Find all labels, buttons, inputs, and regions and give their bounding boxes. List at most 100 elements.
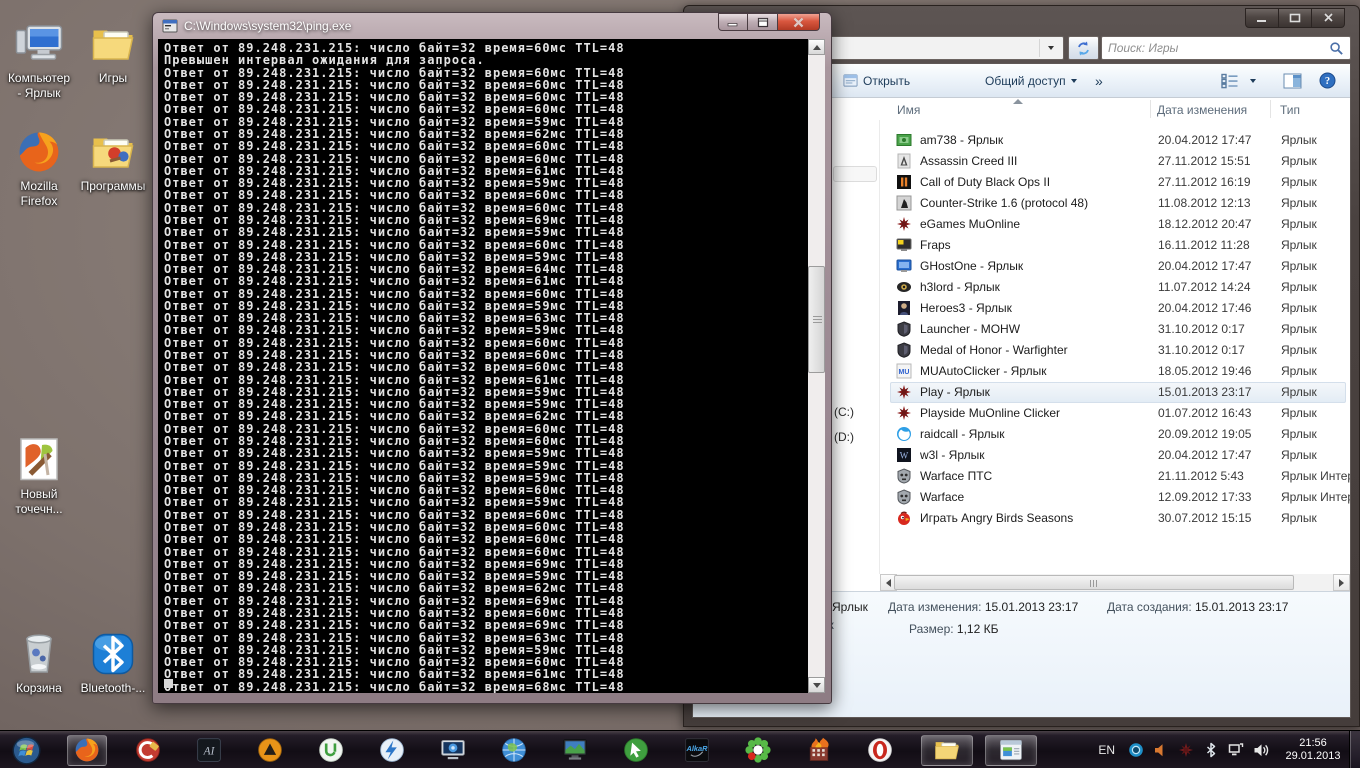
open-button[interactable]: Открыть [839,64,914,97]
file-row[interactable]: MUMUAutoClicker - Ярлык18.05.2012 19:46Я… [880,361,1350,382]
browser-globe-taskbar-button[interactable] [494,735,534,766]
console-output[interactable]: Ответ от 89.248.231.215: число байт=32 в… [158,39,808,693]
file-row[interactable]: h3lord - Ярлык11.07.2012 14:24Ярлык [880,277,1350,298]
minimize-button[interactable] [1245,8,1279,28]
scroll-up-button[interactable] [808,39,825,55]
search-input[interactable] [1108,39,1318,57]
start-taskbar-button[interactable] [6,735,46,766]
blue-app-tray-icon[interactable] [1128,742,1144,758]
scroll-down-button[interactable] [808,677,825,693]
file-row[interactable]: am738 - Ярлык20.04.2012 17:47Ярлык [880,130,1350,151]
file-row[interactable]: eGames MuOnline18.12.2012 20:47Ярлык [880,214,1350,235]
file-row[interactable]: Assassin Creed III27.11.2012 15:51Ярлык [880,151,1350,172]
utorrent-taskbar-button[interactable] [311,735,351,766]
file-row[interactable]: Heroes3 - Ярлык20.04.2012 17:46Ярлык [880,298,1350,319]
desktop-icon-recycle-bin[interactable]: Корзина [0,630,78,696]
desktop-icon-computer[interactable]: Компьютер- Ярлык [0,20,78,101]
file-row[interactable]: Counter-Strike 1.6 (protocol 48)11.08.20… [880,193,1350,214]
clock[interactable]: 21:56 29.01.2013 [1278,737,1348,763]
bluetooth-icon [89,630,137,678]
console-line: Ответ от 89.248.231.215: число байт=32 в… [164,361,808,373]
file-date-modified: 12.09.2012 17:33 [1158,490,1251,504]
column-header-date[interactable]: Дата изменения [1157,103,1247,117]
desktop-icon-bluetooth[interactable]: Bluetooth-... [74,630,152,696]
file-row[interactable]: Launcher - MOHW31.10.2012 0:17Ярлык [880,319,1350,340]
media-player-taskbar-button[interactable] [433,735,473,766]
refresh-button[interactable] [1068,36,1099,60]
firefox-taskbar-button[interactable] [67,735,107,766]
share-button[interactable]: Общий доступ [981,64,1081,97]
language-indicator[interactable]: EN [1098,743,1115,757]
file-row[interactable]: Ww3l - Ярлык20.04.2012 17:47Ярлык [880,445,1350,466]
file-row[interactable]: Warface12.09.2012 17:33Ярлык Интернета [880,487,1350,508]
file-type: Ярлык [1281,175,1317,189]
desktop-icon-paint-file[interactable]: Новыйточечн... [0,436,78,517]
aimp-taskbar-button[interactable] [250,735,290,766]
scrollbar-thumb[interactable] [808,266,825,373]
green-player-taskbar-button[interactable] [616,735,656,766]
console-scrollbar[interactable] [808,39,825,693]
column-header-type[interactable]: Тип [1280,103,1300,117]
console-line: Ответ от 89.248.231.215: число байт=32 в… [164,410,808,422]
file-row[interactable]: Fraps16.11.2012 11:28Ярлык [880,235,1350,256]
file-row[interactable]: GHostOne - Ярлык20.04.2012 17:47Ярлык [880,256,1350,277]
file-row[interactable]: Играть Angry Birds Seasons30.07.2012 15:… [880,508,1350,529]
scroll-right-button[interactable] [1333,574,1350,591]
console-line: Ответ от 89.248.231.215: число байт=32 в… [164,153,808,165]
close-button[interactable] [778,13,820,31]
display-taskbar-button[interactable] [555,735,595,766]
fire-app-taskbar-button[interactable] [799,735,839,766]
help-button[interactable]: ? [1315,64,1340,97]
console-titlebar[interactable]: C:\Windows\system32\ping.exe [153,13,831,39]
maximize-button[interactable] [1279,8,1312,28]
column-separator[interactable] [1270,100,1271,118]
column-separator[interactable] [1150,100,1151,118]
file-name: raidcall - Ярлык [920,427,1005,441]
scrollbar-thumb[interactable] [894,575,1294,590]
artmoney-taskbar-button[interactable]: AI [189,735,229,766]
orange-speaker-tray-icon[interactable] [1153,742,1169,758]
show-desktop-button[interactable] [1349,731,1360,768]
opera-taskbar-button[interactable] [860,735,900,766]
more-commands-button[interactable]: » [1091,64,1107,97]
close-button[interactable] [1312,8,1345,28]
drive-d-item[interactable]: (D:) [834,430,854,444]
preview-pane-button[interactable] [1279,64,1306,97]
file-type: Ярлык [1281,217,1317,231]
file-name: Warface ПТС [920,469,992,483]
change-view-button[interactable] [1217,64,1260,97]
desktop-icon-programs-folder[interactable]: Программы [74,128,152,194]
desktop-icon-games-folder[interactable]: Игры [74,20,152,86]
volume-tray-icon[interactable] [1253,742,1269,758]
column-header-name[interactable]: Имя [897,103,920,117]
desktop-icon-firefox[interactable]: MozillaFirefox [0,128,78,209]
file-row[interactable]: Playside MuOnline Clicker01.07.2012 16:4… [880,403,1350,424]
file-row[interactable]: Play - Ярлык15.01.2013 23:17Ярлык [880,382,1350,403]
file-row[interactable]: Call of Duty Black Ops II27.11.2012 16:1… [880,172,1350,193]
explorer-taskbar-button[interactable] [921,735,973,766]
red-star-tray-icon[interactable] [1178,742,1194,758]
console-app-icon [162,18,178,34]
app-window-icon [997,736,1025,764]
minimize-button[interactable] [718,13,748,31]
share-button-label: Общий доступ [985,74,1066,88]
file-date-modified: 01.07.2012 16:43 [1158,406,1251,420]
tray-icons [1128,742,1269,758]
file-type: Ярлык [1281,133,1317,147]
muauto-file-icon: MU [896,363,912,379]
alkar-taskbar-button[interactable]: AlkaR [677,735,717,766]
network-tray-icon[interactable] [1228,742,1244,758]
bluetooth-tray-icon[interactable] [1203,742,1219,758]
maximize-button[interactable] [748,13,778,31]
file-row[interactable]: raidcall - Ярлык20.09.2012 19:05Ярлык [880,424,1350,445]
daemon-tools-taskbar-button[interactable] [372,735,412,766]
media-player-icon [439,736,467,764]
ccleaner-taskbar-button[interactable] [128,735,168,766]
drive-c-item[interactable]: (C:) [834,405,854,419]
file-row[interactable]: Medal of Honor - Warfighter31.10.2012 0:… [880,340,1350,361]
icq-taskbar-button[interactable] [738,735,778,766]
file-row[interactable]: Warface ПТС21.11.2012 5:43Ярлык Интернет… [880,466,1350,487]
horizontal-scrollbar[interactable] [880,574,1350,591]
app-window-taskbar-button[interactable] [985,735,1037,766]
address-dropdown[interactable] [1039,39,1061,57]
